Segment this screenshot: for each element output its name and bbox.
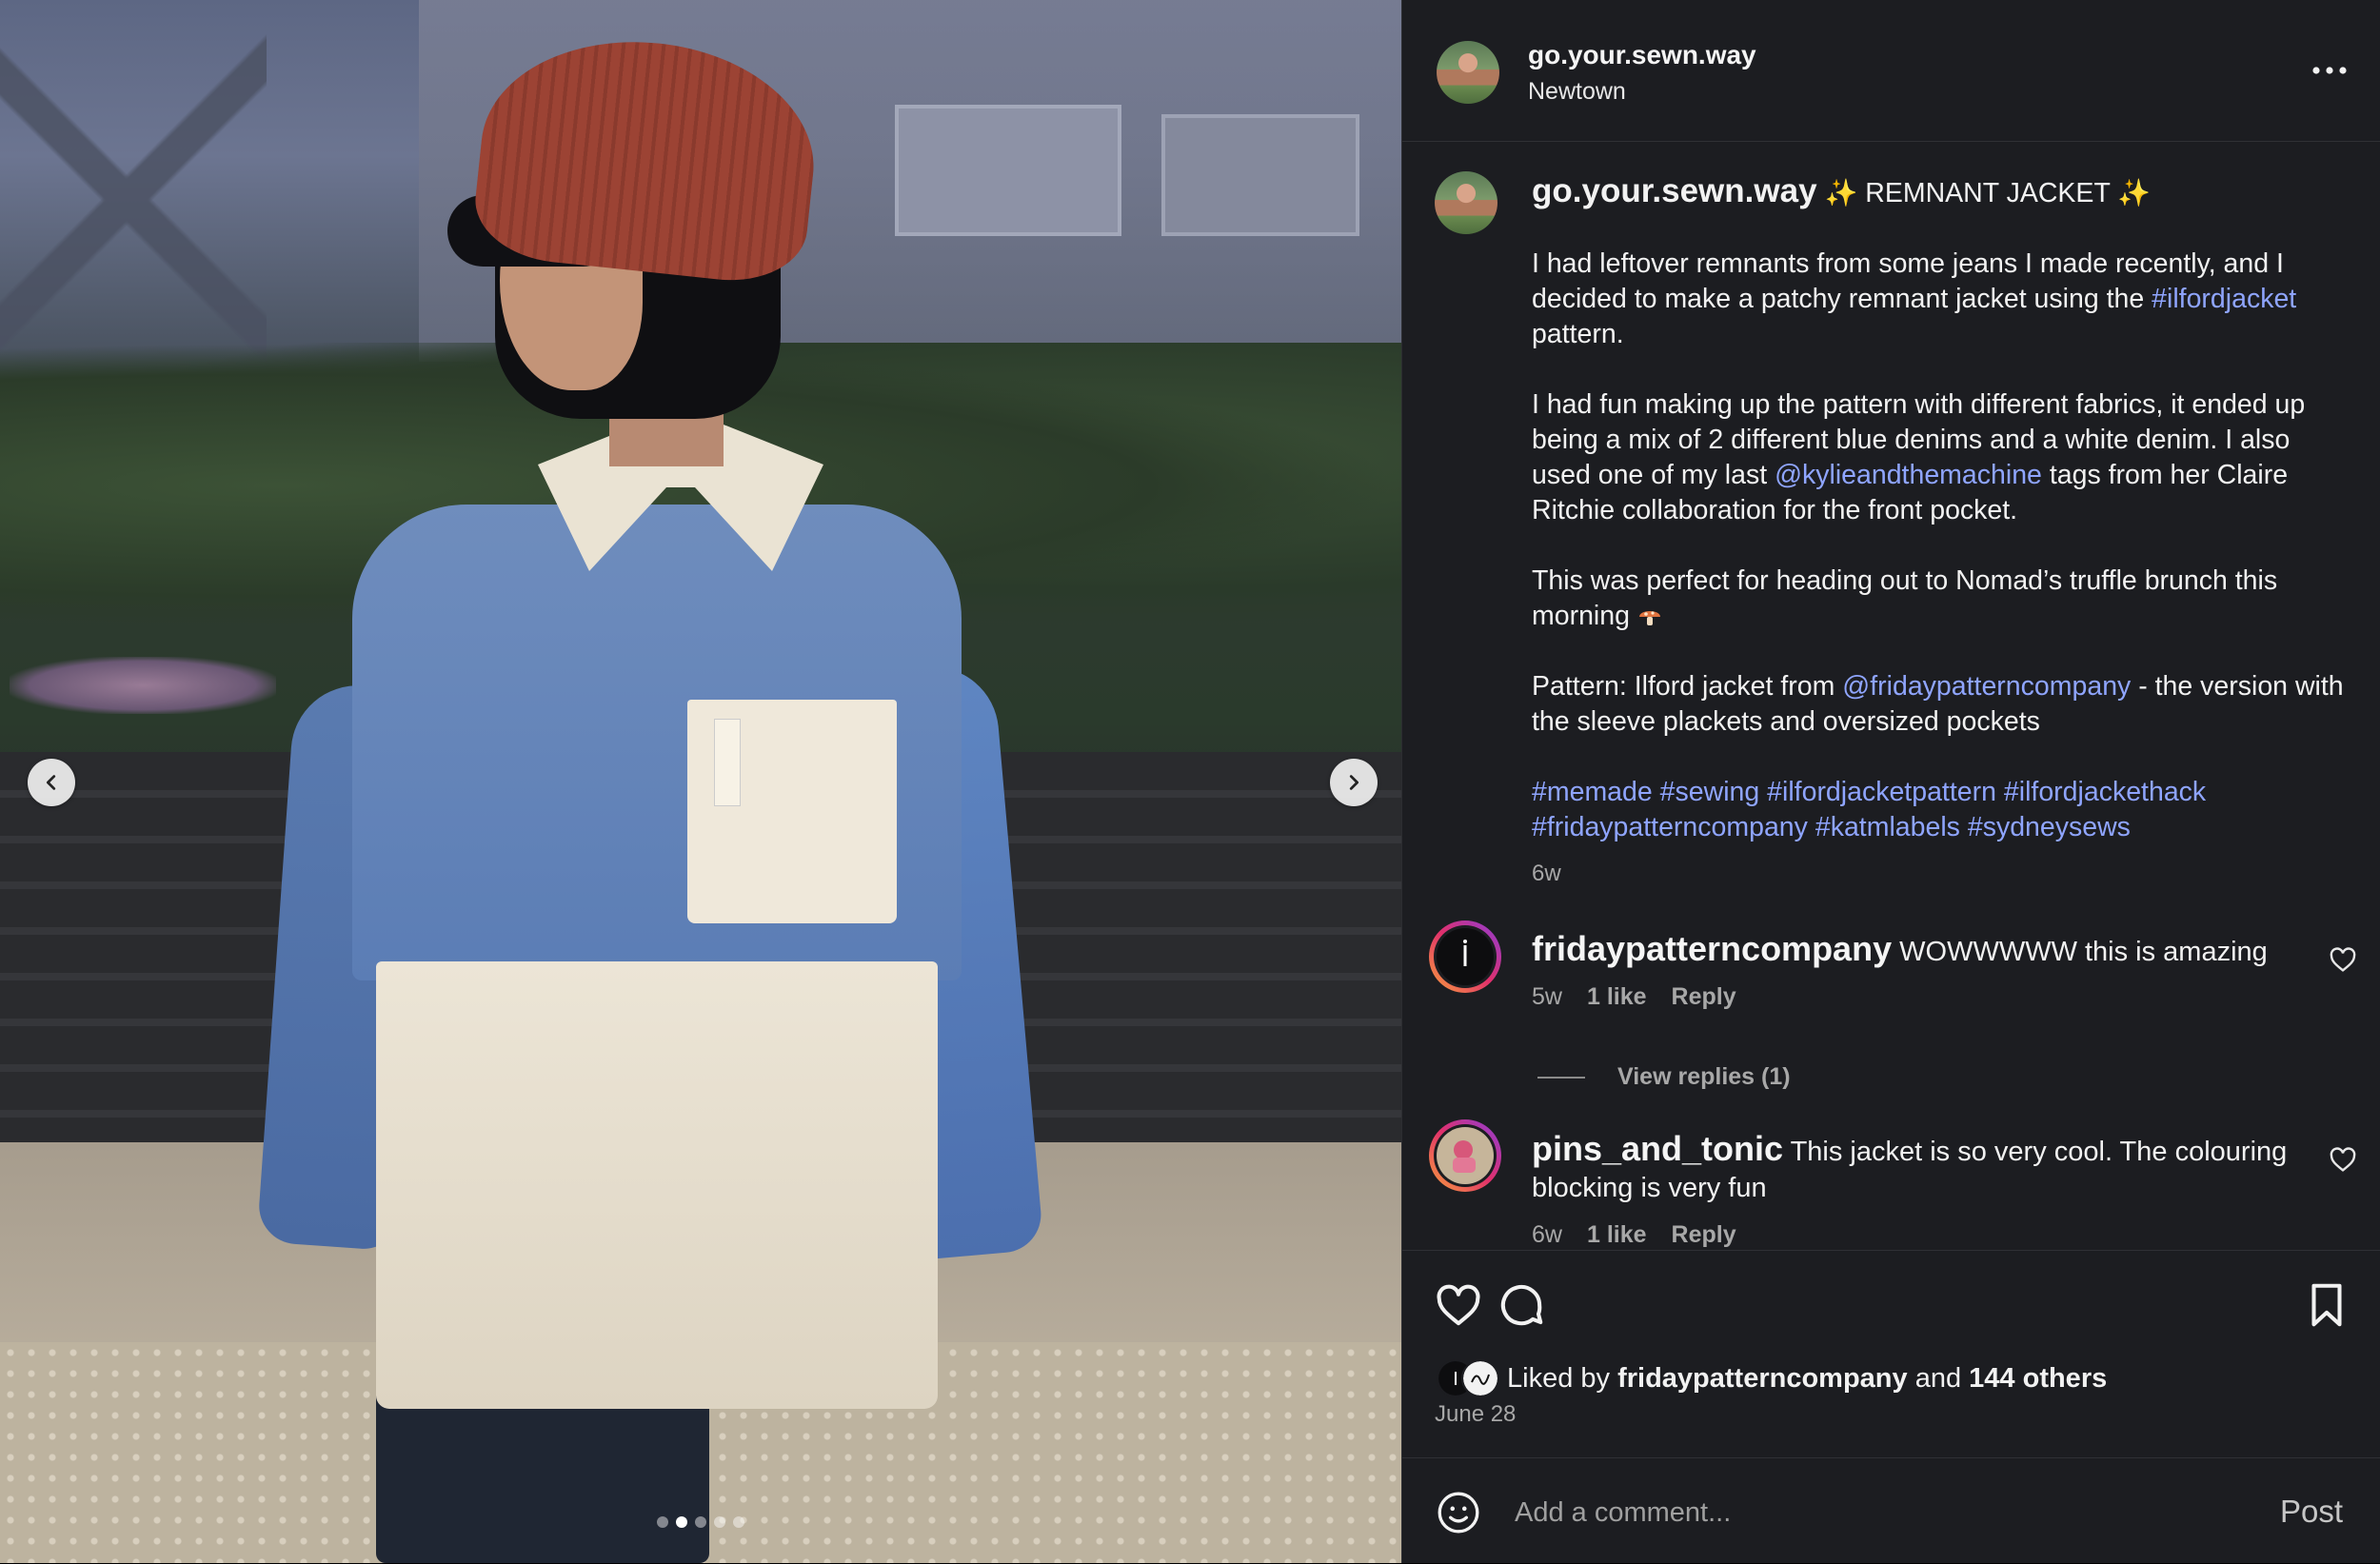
post-viewer: go.your.sewn.way Newtown go.your.sewn.wa… (0, 0, 2380, 1563)
mention-link[interactable]: @fridaypatterncompany (1842, 671, 2131, 702)
carousel-dot (657, 1516, 668, 1528)
reply-button[interactable]: Reply (1672, 1221, 1736, 1249)
pocket-label (714, 719, 741, 806)
likes-summary: Liked by fridaypatterncompany and 144 ot… (1437, 1359, 2107, 1397)
hashtag-list: #memade #sewing #ilfordjacketpattern #il… (1532, 775, 2350, 845)
mention-link[interactable]: @kylieandthemachine (1775, 460, 2042, 490)
view-replies-label: View replies (1) (1617, 1063, 1791, 1090)
liked-by-text: Liked by fridaypatterncompany and 144 ot… (1507, 1363, 2107, 1395)
hashtag-link[interactable]: #ilfordjacket (2152, 284, 2296, 314)
avatar[interactable] (1461, 1359, 1499, 1397)
add-comment-bar: Post (1402, 1457, 2380, 1564)
view-replies-button[interactable]: View replies (1) (1537, 1063, 1791, 1091)
post-details-panel: go.your.sewn.way Newtown go.your.sewn.wa… (1401, 0, 2380, 1563)
comment-time[interactable]: 5w (1532, 983, 1562, 1011)
more-horizontal-icon (2312, 67, 2347, 74)
caption-text: Pattern: Ilford jacket from (1532, 671, 1843, 702)
carousel-dot (695, 1516, 706, 1528)
avatar[interactable] (1437, 41, 1499, 104)
avatar[interactable] (1427, 919, 1503, 995)
liked-by-middle: and (1907, 1362, 1970, 1394)
avatar[interactable] (1435, 171, 1497, 234)
liked-by-prefix: Liked by (1507, 1362, 1618, 1394)
sparkles-icon: ✨ (2117, 178, 2152, 208)
comment-input[interactable] (1513, 1487, 2240, 1538)
caption-timestamp[interactable]: 6w (1532, 861, 1561, 887)
carousel-dot (733, 1516, 744, 1528)
carousel-indicator (657, 1516, 744, 1528)
hashtag-link[interactable]: #ilfordjacketpattern (1767, 777, 1996, 807)
comment-text: pins_and_tonic This jacket is so very co… (1532, 1131, 2293, 1206)
hashtag-link[interactable]: #sewing (1660, 777, 1760, 807)
author-username[interactable]: go.your.sewn.way (1528, 40, 1756, 70)
carousel-dot (676, 1516, 687, 1528)
comment-meta: 6w 1 like Reply (1532, 1221, 1736, 1249)
comment-bubble-icon[interactable] (1496, 1279, 1547, 1331)
previous-photo-button[interactable] (28, 759, 75, 806)
reply-button[interactable]: Reply (1672, 983, 1736, 1011)
hashtag-link[interactable]: #memade (1532, 777, 1653, 807)
background-flowers (10, 657, 276, 714)
jacket-bottom (376, 961, 938, 1409)
more-options-button[interactable] (2309, 55, 2350, 86)
heart-icon[interactable] (2328, 1144, 2358, 1175)
carousel-dot (714, 1516, 725, 1528)
emoji-smile-icon[interactable] (1435, 1489, 1482, 1536)
comment-meta: 5w 1 like Reply (1532, 983, 1736, 1011)
post-date[interactable]: June 28 (1435, 1401, 1516, 1428)
next-photo-button[interactable] (1330, 759, 1378, 806)
post-caption: go.your.sewn.way ✨ REMNANT JACKET ✨ I ha… (1532, 173, 2350, 845)
liked-by-user[interactable]: fridaypatterncompany (1617, 1363, 1908, 1394)
hashtag-link[interactable]: #sydneysews (1968, 812, 2131, 842)
comment-item: fridaypatterncompany WOWWWWW this is ama… (1402, 921, 2380, 1045)
sparkles-icon: ✨ (1824, 178, 1858, 208)
comment-time[interactable]: 6w (1532, 1221, 1562, 1249)
chevron-left-icon (46, 775, 56, 790)
post-comment-button[interactable]: Post (2280, 1494, 2343, 1530)
bookmark-icon[interactable] (2301, 1279, 2352, 1331)
heart-icon[interactable] (2328, 944, 2358, 975)
comment-likes[interactable]: 1 like (1587, 983, 1647, 1011)
caption-username[interactable]: go.your.sewn.way (1532, 172, 1817, 209)
caption-text: pattern. (1532, 319, 1624, 349)
chevron-right-icon (1349, 775, 1359, 790)
comment-item: pins_and_tonic This jacket is so very co… (1402, 1119, 2380, 1250)
mushroom-emoji-icon (1638, 611, 1660, 625)
likes-count[interactable]: 144 others (1969, 1363, 2107, 1394)
background-tower (0, 0, 267, 400)
background-window (895, 105, 1121, 236)
comment-body: WOWWWWW this is amazing (1892, 937, 2268, 967)
comment-username[interactable]: pins_and_tonic (1532, 1129, 1783, 1168)
post-header: go.your.sewn.way Newtown (1402, 0, 2380, 142)
comment-username[interactable]: fridaypatterncompany (1532, 929, 1892, 968)
hashtag-link[interactable]: #fridaypatterncompany (1532, 812, 1808, 842)
post-location[interactable]: Newtown (1528, 78, 1626, 106)
comments-scroll-area[interactable]: go.your.sewn.way ✨ REMNANT JACKET ✨ I ha… (1402, 141, 2380, 1250)
hashtag-link[interactable]: #katmlabels (1815, 812, 1960, 842)
comment-text: fridaypatterncompany WOWWWWW this is ama… (1532, 931, 2293, 970)
post-actions: Liked by fridaypatterncompany and 144 ot… (1402, 1250, 2380, 1458)
divider-line (1537, 1076, 1585, 1079)
hashtag-link[interactable]: #ilfordjackethack (2004, 777, 2206, 807)
post-photo[interactable] (0, 0, 1401, 1563)
heart-icon[interactable] (1433, 1279, 1484, 1331)
comment-likes[interactable]: 1 like (1587, 1221, 1647, 1249)
caption-title: REMNANT JACKET (1857, 178, 2118, 208)
avatar[interactable] (1427, 1118, 1503, 1194)
background-window (1161, 114, 1359, 236)
